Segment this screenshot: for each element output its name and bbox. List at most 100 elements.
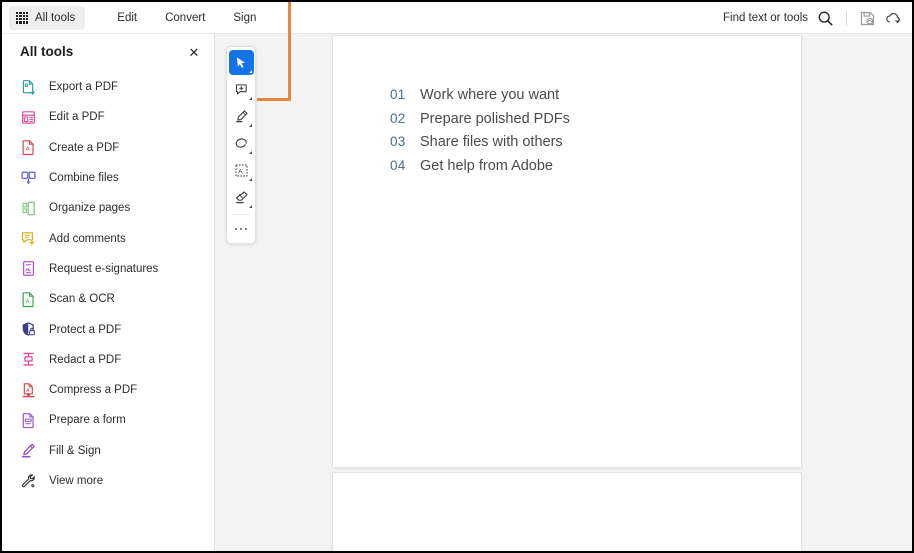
all-tools-label: All tools (35, 11, 76, 24)
sidebar-item-redact-a-pdf[interactable]: Redact a PDF (2, 345, 214, 375)
list-item-number: 01 (390, 87, 406, 102)
chevron-down-icon (248, 97, 252, 100)
acrobat-window: All tools Edit Convert Sign Find text or… (0, 0, 914, 553)
close-icon[interactable]: ✕ (187, 45, 201, 59)
list-item-text: Get help from Adobe (420, 157, 553, 174)
cloud-sync-icon[interactable] (885, 10, 902, 27)
export-pdf-icon (22, 79, 35, 95)
sidebar-item-label: Fill & Sign (49, 444, 101, 457)
list-item: 01 Work where you want (390, 87, 570, 111)
sidebar-item-export-a-pdf[interactable]: Export a PDF (2, 72, 214, 102)
document-feature-list: 01 Work where you want 02 Prepare polish… (390, 87, 570, 181)
menu-item-sign[interactable]: Sign (219, 8, 270, 28)
add-comments-icon (21, 232, 35, 246)
sidebar-item-edit-a-pdf[interactable]: Edit a PDF (2, 102, 214, 132)
grid-icon (16, 11, 28, 24)
sidebar-item-create-a-pdf[interactable]: A Create a PDF (2, 133, 214, 163)
cursor-arrow-icon (236, 56, 246, 68)
rail-divider (232, 214, 250, 215)
edit-pdf-icon (22, 111, 35, 124)
more-options-icon[interactable] (229, 219, 254, 239)
top-toolbar: All tools Edit Convert Sign Find text or… (2, 2, 912, 34)
sidebar-item-compress-a-pdf[interactable]: A Compress a PDF (2, 375, 214, 405)
sidebar-item-combine-files[interactable]: Combine files (2, 163, 214, 193)
sidebar-item-label: Export a PDF (49, 81, 119, 94)
text-select-tool-button[interactable]: A (229, 158, 254, 183)
list-item-text: Prepare polished PDFs (420, 110, 570, 127)
comment-bubble-plus-icon (235, 84, 247, 95)
highlighter-pen-icon (235, 110, 248, 123)
menu-item-convert[interactable]: Convert (151, 8, 219, 28)
sidebar-item-label: Combine files (49, 172, 119, 185)
sidebar-item-label: Prepare a form (49, 414, 126, 427)
sidebar-item-organize-pages[interactable]: Organize pages (2, 193, 214, 223)
all-tools-sidebar: All tools ✕ Export a PDF Edit a PDF A Cr… (2, 34, 215, 551)
svg-text:A: A (26, 299, 31, 305)
menu-item-edit[interactable]: Edit (103, 8, 151, 28)
top-menu: Edit Convert Sign (103, 8, 270, 28)
sidebar-item-label: Organize pages (49, 202, 131, 215)
redact-pdf-icon (23, 353, 34, 366)
sidebar-item-label: Add comments (49, 232, 126, 245)
list-item-number: 03 (390, 134, 406, 149)
sidebar-item-request-e-signatures[interactable]: Request e-signatures (2, 254, 214, 284)
list-item: 03 Share files with others (390, 134, 570, 158)
sidebar-item-add-comments[interactable]: Add comments (2, 223, 214, 253)
pdf-page-1: 01 Work where you want 02 Prepare polish… (332, 35, 802, 468)
chevron-down-icon (248, 70, 252, 73)
request-esign-icon (22, 261, 35, 277)
sidebar-item-label: Compress a PDF (49, 384, 138, 397)
sidebar-tool-list: Export a PDF Edit a PDF A Create a PDF C… (2, 68, 214, 496)
svg-text:A: A (26, 147, 30, 153)
chevron-down-icon (248, 205, 252, 208)
prepare-form-icon (22, 413, 34, 429)
fill-and-sign-icon (21, 443, 35, 458)
list-item-text: Share files with others (420, 134, 563, 150)
list-item-text: Work where you want (420, 87, 560, 103)
select-tool-button[interactable] (228, 50, 254, 75)
sidebar-item-scan-and-ocr[interactable]: A Scan & OCR (2, 284, 214, 314)
search-icon[interactable] (817, 10, 834, 27)
combine-files-icon (21, 171, 36, 184)
find-text-label[interactable]: Find text or tools (723, 12, 808, 24)
protect-pdf-icon (22, 322, 35, 336)
add-comment-tool-button[interactable] (229, 77, 254, 102)
list-item-number: 02 (390, 110, 406, 126)
sidebar-item-label: Protect a PDF (49, 323, 122, 336)
sidebar-item-label: Scan & OCR (49, 293, 115, 306)
svg-text:A: A (26, 388, 30, 394)
list-item: 04 Get help from Adobe (390, 158, 570, 182)
quick-tools-rail: A (226, 46, 256, 244)
sidebar-item-label: Create a PDF (49, 141, 120, 154)
save-to-cloud-icon[interactable] (859, 10, 876, 27)
sidebar-item-label: Edit a PDF (49, 111, 105, 124)
sidebar-item-fill-and-sign[interactable]: Fill & Sign (2, 436, 214, 466)
lasso-loop-icon (235, 138, 247, 148)
create-pdf-icon: A (22, 140, 34, 156)
organize-pages-icon (22, 201, 35, 216)
sidebar-title: All tools (20, 43, 74, 59)
scan-ocr-icon: A (22, 291, 34, 307)
pdf-page-2 (332, 472, 802, 551)
compress-pdf-icon: A (22, 382, 35, 397)
draw-freehand-tool-button[interactable] (229, 131, 254, 156)
top-toolbar-right: Find text or tools (723, 2, 902, 34)
list-item: 02 Prepare polished PDFs (390, 111, 570, 135)
sidebar-item-view-more[interactable]: View more (2, 466, 214, 496)
chevron-down-icon (248, 178, 252, 181)
highlight-tool-button[interactable] (229, 104, 254, 129)
erase-stamp-tool-button[interactable] (229, 185, 254, 210)
sidebar-item-prepare-a-form[interactable]: Prepare a form (2, 405, 214, 435)
sidebar-item-protect-a-pdf[interactable]: Protect a PDF (2, 314, 214, 344)
view-more-wrench-icon (22, 473, 35, 487)
list-item-number: 04 (390, 157, 406, 173)
sidebar-item-label: Request e-signatures (49, 262, 159, 275)
sidebar-item-label: View more (49, 475, 104, 487)
document-canvas[interactable]: 01 Work where you want 02 Prepare polish… (215, 34, 912, 551)
toolbar-divider (846, 10, 847, 26)
all-tools-button[interactable]: All tools (9, 5, 86, 30)
svg-text:A: A (238, 168, 243, 175)
text-select-box-icon: A (235, 164, 247, 177)
sidebar-header: All tools ✕ (2, 34, 214, 68)
chevron-down-icon (248, 124, 252, 127)
